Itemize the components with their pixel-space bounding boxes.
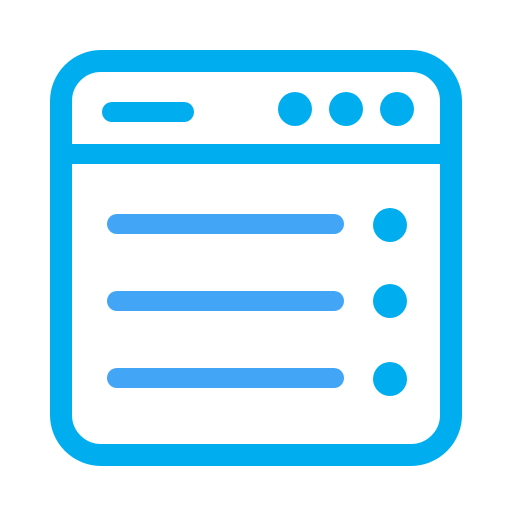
browser-window-list-icon — [50, 50, 462, 466]
list-bullet — [373, 362, 407, 396]
window-controls — [278, 92, 414, 126]
list-bullet — [373, 284, 407, 318]
control-dot — [380, 92, 414, 126]
control-dot — [278, 92, 312, 126]
control-dot — [329, 92, 363, 126]
list-item — [107, 284, 407, 318]
list-item — [107, 362, 407, 396]
list-item — [107, 208, 407, 242]
list-bullet — [373, 208, 407, 242]
list — [107, 208, 407, 396]
